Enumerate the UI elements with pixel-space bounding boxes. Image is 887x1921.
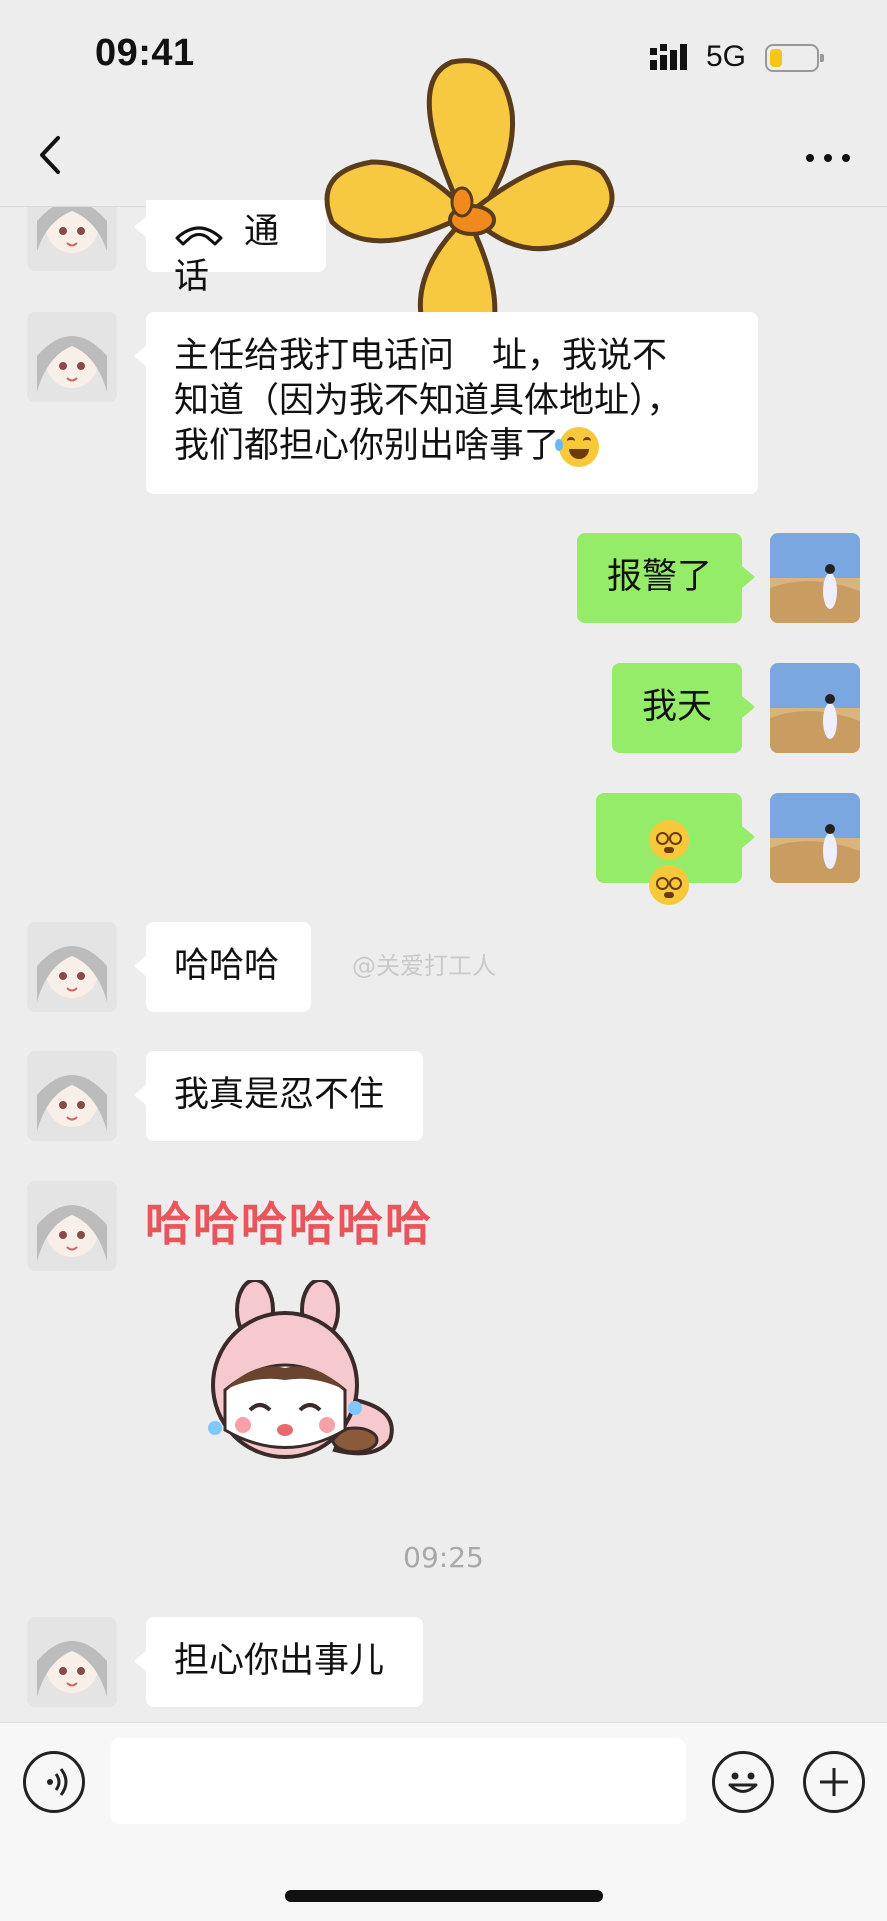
avatar[interactable] [27,312,117,402]
avatar[interactable] [27,1181,117,1271]
more-icon[interactable] [800,138,860,178]
message-bubble[interactable]: 我天 [612,663,742,753]
status-time: 09:41 [95,32,195,74]
message-line: 知道（因为我不知道具体地址）， [174,381,682,421]
avatar[interactable] [27,1051,117,1141]
message-bubble[interactable]: 主任给我打电话问 址，我说不 知道（因为我不知道具体地址）， 我们都担心你别出啥事… [146,312,758,494]
signal-icon [650,44,687,70]
message-bubble[interactable]: 哈哈哈 [146,922,311,1012]
avatar[interactable] [27,922,117,1012]
back-icon[interactable] [30,130,70,180]
avatar[interactable] [27,1617,117,1707]
voice-button[interactable] [23,1751,85,1813]
sticker-text: 哈哈哈哈哈哈 [145,1197,433,1251]
crying-face-icon [649,820,689,860]
message-line: 我们都担心你别出啥事了 [174,424,730,469]
more-functions-button[interactable] [803,1751,865,1813]
avatar[interactable] [770,793,860,883]
avatar[interactable] [770,533,860,623]
message-bubble[interactable]: 我真是忍不住 [146,1051,423,1141]
message-input[interactable] [110,1738,686,1824]
message-bubble[interactable] [596,793,742,905]
message-bubble[interactable]: 担心你出事儿 [146,1617,423,1707]
message-bubble[interactable]: 通话 [146,200,326,297]
bunny-sticker[interactable] [185,1280,400,1470]
avatar[interactable] [27,207,117,271]
voice-icon [47,1768,68,1796]
watermark: @关爱打工人 [352,952,496,980]
message-bubble[interactable]: 报警了 [577,533,742,623]
avatar[interactable] [770,663,860,753]
battery-icon [765,44,824,72]
emoji-button[interactable] [712,1751,774,1813]
timestamp: 09:25 [403,1541,484,1574]
home-indicator [285,1890,603,1902]
plus-icon [820,1768,848,1796]
message-line: 主任给我打电话问 址，我说不 [174,336,668,376]
phone-icon [175,226,223,246]
laughing-crying-icon [555,427,600,467]
network-type: 5G [706,40,747,73]
crying-face-icon [649,865,689,905]
smiley-icon [728,1772,758,1793]
